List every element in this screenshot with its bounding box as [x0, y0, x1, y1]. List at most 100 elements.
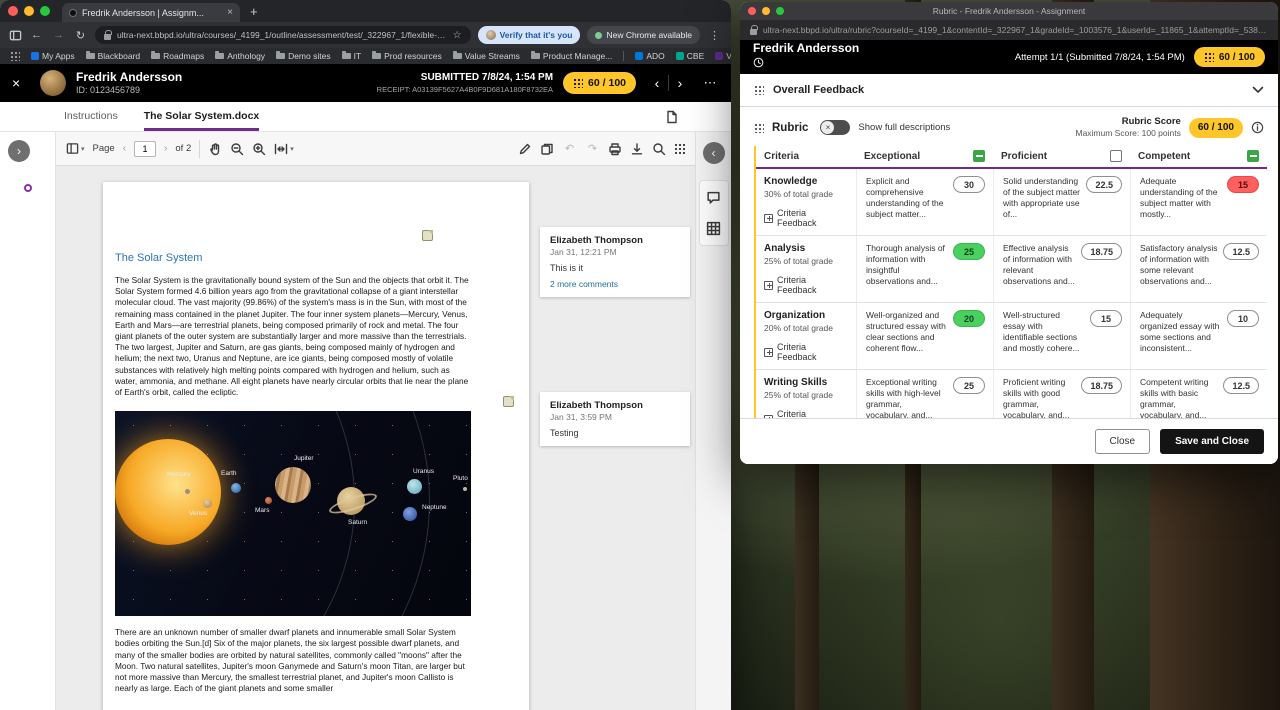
score-cell-selected[interactable]: Adequate understanding of the subject ma…	[1130, 169, 1267, 235]
points-pill[interactable]: 25	[953, 377, 985, 394]
annotation-pin[interactable]	[422, 230, 433, 241]
criteria-feedback-link[interactable]: Criteria Feedback	[764, 342, 848, 362]
score-cell[interactable]: Exceptional writing skills with high-lev…	[856, 370, 993, 418]
points-pill[interactable]: 22.5	[1086, 176, 1122, 193]
bookmark-folder[interactable]: Value Streams	[453, 51, 520, 61]
comment-card[interactable]: Elizabeth Thompson Jan 31, 12:21 PM This…	[540, 227, 690, 297]
points-pill[interactable]: 18.75	[1081, 243, 1122, 260]
annotate-icon[interactable]	[518, 142, 532, 156]
close-window-button[interactable]	[8, 6, 18, 16]
roster-student[interactable]	[24, 169, 32, 177]
points-pill[interactable]: 30	[953, 176, 985, 193]
document-scroll-area[interactable]: The Solar System The Solar System is the…	[56, 166, 695, 710]
print-icon[interactable]	[608, 142, 622, 156]
copy-annotations-icon[interactable]	[540, 142, 554, 156]
zoom-window-button[interactable]	[40, 6, 50, 16]
info-icon[interactable]	[1251, 121, 1264, 134]
grade-pill[interactable]: 60 / 100	[1194, 47, 1265, 67]
redo-button[interactable]: ↷	[585, 142, 600, 155]
show-descriptions-toggle[interactable]: ×	[820, 120, 850, 135]
criteria-feedback-link[interactable]: Criteria Feedback	[764, 409, 848, 418]
more-tools-grid-icon[interactable]	[674, 143, 685, 154]
rubric-address-bar[interactable]: ultra-next.bbpd.io/ultra/rubric?courseId…	[740, 20, 1278, 40]
more-comments-link[interactable]: 2 more comments	[550, 279, 680, 289]
tab-document[interactable]: The Solar System.docx	[144, 102, 260, 131]
feedback-comment-icon[interactable]	[706, 190, 721, 205]
undo-button[interactable]: ↶	[562, 142, 577, 155]
bookmark-folder[interactable]: Demo sites	[276, 51, 331, 61]
points-pill[interactable]: 15	[1090, 310, 1122, 327]
search-icon[interactable]	[652, 142, 666, 156]
bookmark-item[interactable]: My Apps	[31, 51, 75, 61]
save-and-close-button[interactable]: Save and Close	[1160, 429, 1264, 454]
criteria-feedback-link[interactable]: Criteria Feedback	[764, 275, 848, 295]
expand-roster-button[interactable]: ›	[8, 140, 30, 162]
close-button[interactable]: Close	[1095, 429, 1151, 454]
roster-student[interactable]	[24, 199, 32, 207]
browser-tab[interactable]: Fredrik Andersson | Assignm... ×	[62, 3, 240, 22]
points-pill-selected[interactable]: 20	[953, 310, 985, 327]
column-checkbox-checked[interactable]	[1247, 150, 1259, 162]
chevron-down-icon[interactable]	[1252, 86, 1264, 94]
forward-button[interactable]: →	[51, 29, 66, 41]
annotation-pin[interactable]	[503, 396, 514, 407]
tab-close-icon[interactable]: ×	[227, 7, 233, 18]
previous-student-button[interactable]: ‹	[646, 72, 668, 94]
grade-pill[interactable]: 60 / 100	[563, 72, 636, 94]
minimize-window-button[interactable]	[762, 7, 770, 15]
roster-student-selected[interactable]	[24, 184, 32, 192]
bookmark-folder[interactable]: Blackboard	[86, 51, 141, 61]
thumbnails-panel-button[interactable]: ▾	[66, 142, 85, 155]
points-pill[interactable]: 10	[1227, 310, 1259, 327]
grader-more-menu[interactable]: ⋯	[701, 75, 719, 91]
reload-button[interactable]: ↻	[73, 29, 88, 42]
zoom-out-icon[interactable]	[230, 142, 244, 156]
column-checkbox-empty[interactable]	[1110, 150, 1122, 162]
score-cell[interactable]: Competent writing skills with basic gram…	[1130, 370, 1267, 418]
tab-instructions[interactable]: Instructions	[64, 102, 118, 131]
attempt-history-clock-icon[interactable]	[753, 57, 764, 68]
score-cell[interactable]: Proficient writing skills with good gram…	[993, 370, 1130, 418]
bookmark-folder[interactable]: Product Manage...	[531, 51, 612, 61]
address-bar[interactable]: ultra-next.bbpd.io/ultra/courses/_4199_1…	[95, 26, 471, 44]
score-cell-selected[interactable]: Well-organized and structured essay with…	[856, 303, 993, 369]
minimize-window-button[interactable]	[24, 6, 34, 16]
points-pill[interactable]: 18.75	[1081, 377, 1122, 394]
zoom-in-icon[interactable]	[252, 142, 266, 156]
roster-student[interactable]	[24, 229, 32, 237]
score-cell-selected[interactable]: Thorough analysis of information with in…	[856, 236, 993, 302]
download-icon[interactable]	[630, 142, 644, 156]
overall-feedback-section[interactable]: Overall Feedback	[740, 74, 1278, 107]
points-pill-selected[interactable]: 15	[1227, 176, 1259, 193]
bookmark-item[interactable]: ADO	[635, 51, 664, 61]
bookmark-folder[interactable]: Roadmaps	[151, 51, 204, 61]
close-window-button[interactable]	[748, 7, 756, 15]
bookmark-item[interactable]: VBB	[715, 51, 731, 61]
score-cell[interactable]: Solid understanding of the subject matte…	[993, 169, 1130, 235]
collapse-panel-button[interactable]: ‹	[703, 142, 725, 164]
verify-identity-chip[interactable]: Verify that it's you	[478, 26, 581, 44]
points-pill[interactable]: 12.5	[1223, 243, 1259, 260]
bookmark-folder[interactable]: Anthology	[215, 51, 265, 61]
download-document-icon[interactable]	[665, 110, 679, 124]
previous-page-button[interactable]: ‹	[123, 143, 126, 154]
bookmark-folder[interactable]: Prod resources	[372, 51, 442, 61]
rubric-grid-icon[interactable]	[706, 221, 721, 236]
score-cell[interactable]: Well-structured essay with identifiable …	[993, 303, 1130, 369]
side-panel-icon[interactable]	[9, 29, 22, 42]
score-cell[interactable]: Effective analysis of information with r…	[993, 236, 1130, 302]
attempt-label[interactable]: Attempt 1/1 (Submitted 7/8/24, 1:54 PM)	[1015, 52, 1185, 63]
points-pill-selected[interactable]: 25	[953, 243, 985, 260]
close-grader-icon[interactable]: ×	[12, 75, 30, 91]
bookmark-folder[interactable]: IT	[342, 51, 362, 61]
column-checkbox-checked[interactable]	[973, 150, 985, 162]
next-student-button[interactable]: ›	[669, 72, 691, 94]
chrome-update-chip[interactable]: New Chrome available	[587, 26, 700, 44]
apps-grid-icon[interactable]	[10, 51, 20, 61]
browser-menu-button[interactable]: ⋮	[707, 29, 722, 42]
pan-tool-icon[interactable]	[208, 142, 222, 156]
criteria-feedback-link[interactable]: Criteria Feedback	[764, 208, 848, 228]
points-pill[interactable]: 12.5	[1223, 377, 1259, 394]
back-button[interactable]: ←	[29, 29, 44, 41]
next-page-button[interactable]: ›	[164, 143, 167, 154]
